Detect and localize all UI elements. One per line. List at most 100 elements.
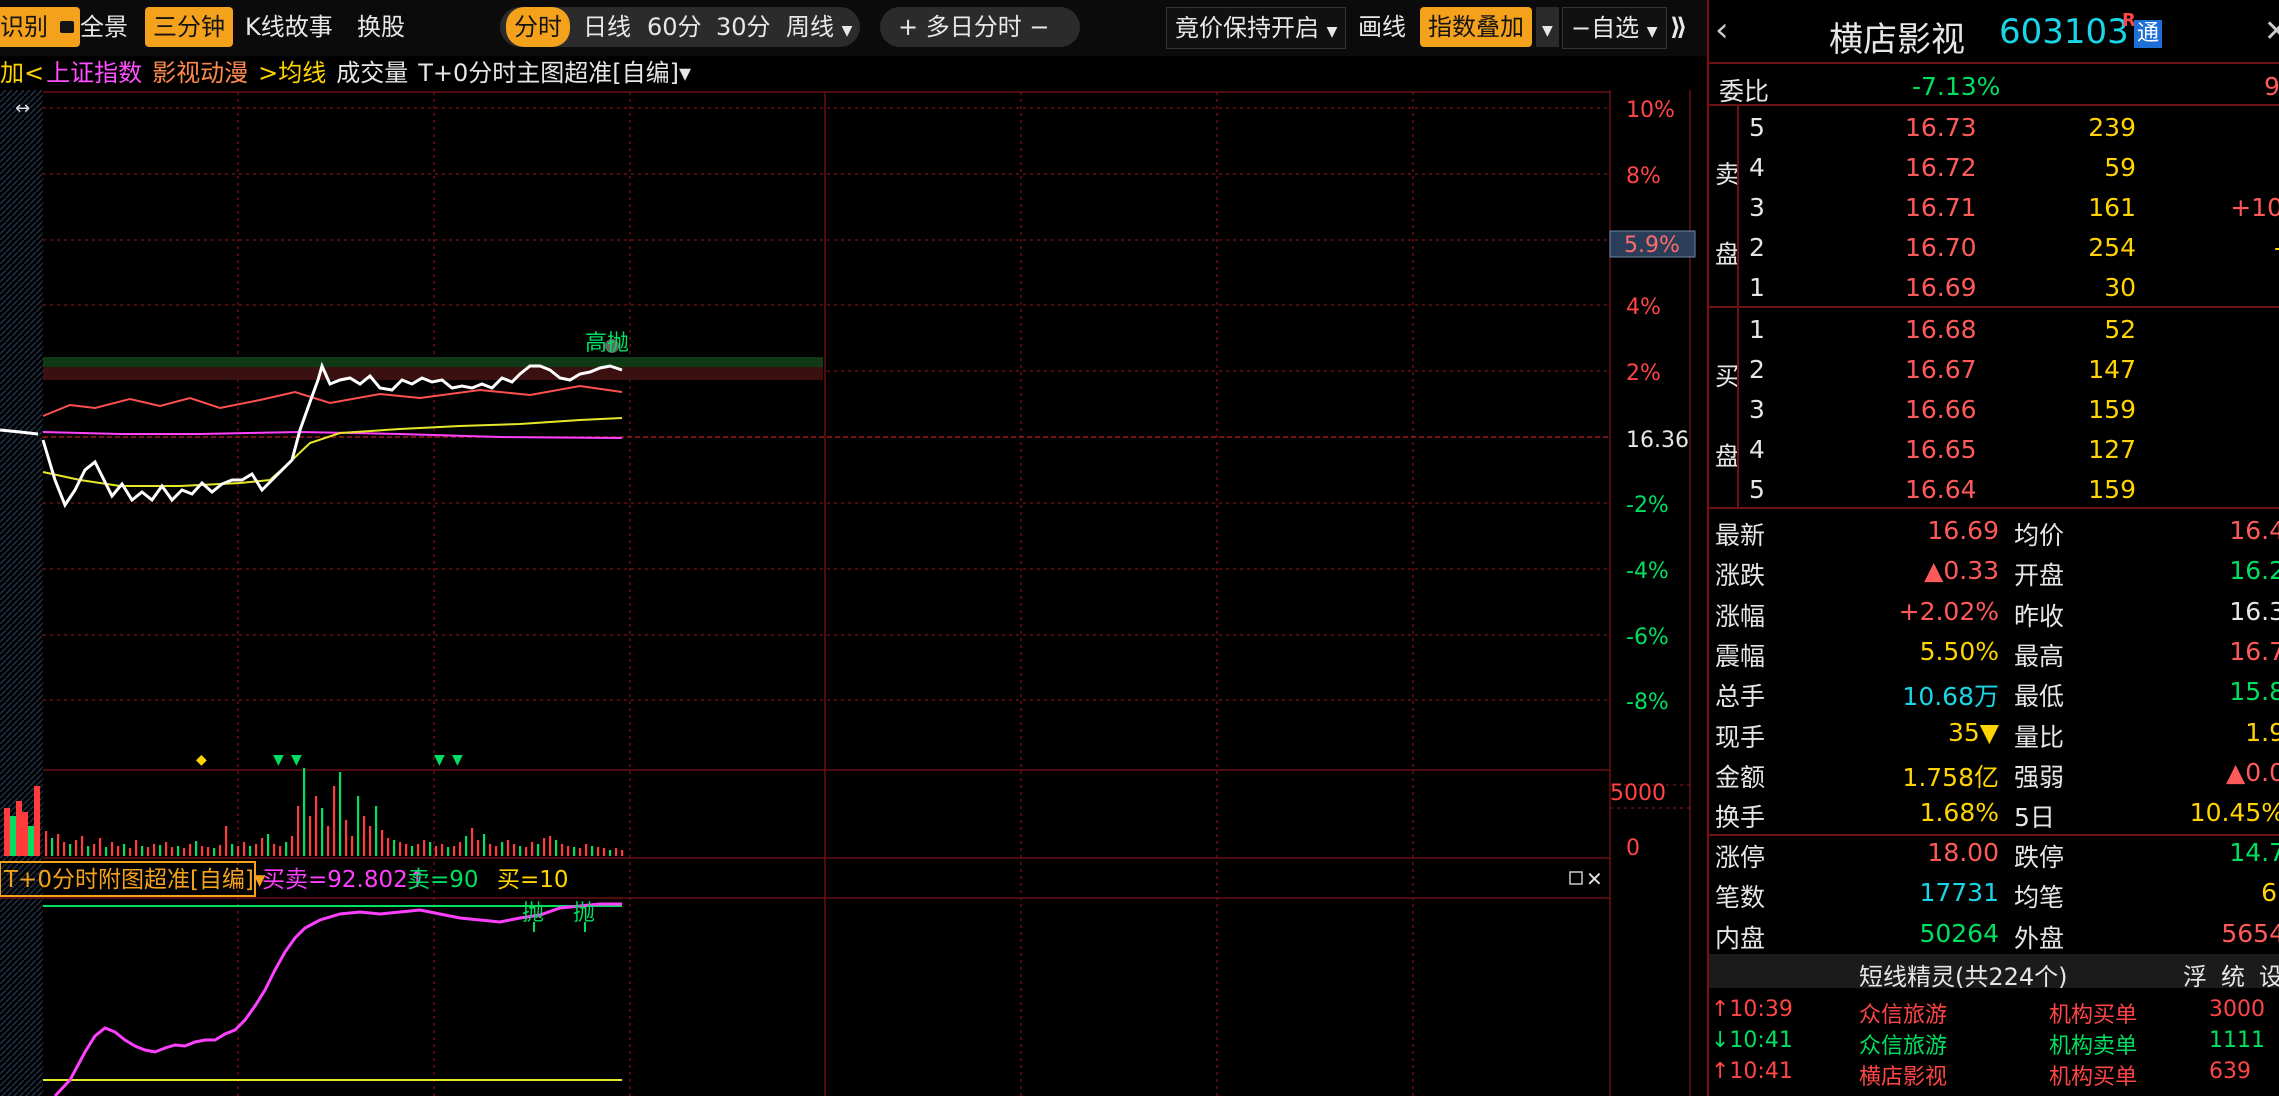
vol-label: 0: [1626, 836, 1640, 861]
back-icon[interactable]: ‹: [1715, 10, 1729, 50]
tab-60min[interactable]: 60分: [647, 7, 702, 47]
tab-weekly[interactable]: 周线 ▼: [786, 7, 852, 47]
down-triangle-icon: ▼: [452, 752, 463, 768]
chevron-down-icon: ▼: [841, 23, 853, 39]
volume-bar: [477, 840, 480, 856]
pct-label: -2%: [1626, 493, 1669, 518]
index-overlay-dropdown[interactable]: ▼: [1536, 7, 1559, 47]
stat-value: 50264: [1919, 918, 1999, 948]
tab-30min[interactable]: 30分: [716, 7, 771, 47]
left-scroll-strip[interactable]: [0, 90, 43, 1096]
bid-price: 16.68: [1905, 315, 1977, 344]
stat-label: 总手: [1715, 682, 1766, 712]
stat-value: 1.758亿: [1902, 762, 1999, 792]
bid-level: 2: [1749, 355, 1765, 384]
volume-bar: [231, 844, 234, 856]
stat-label: 涨停: [1715, 843, 1766, 872]
avg-line-label[interactable]: >均线: [258, 59, 326, 87]
stat-label: 量比: [2014, 722, 2065, 752]
ask-price: 16.69: [1905, 273, 1977, 302]
down-triangle-icon: ▼: [273, 752, 284, 768]
indicator-row: 加<上证指数 影视动漫 >均线 成交量 T+0分时主图超准[自编]▾: [0, 56, 1620, 90]
bid-level: 4: [1749, 435, 1765, 464]
multi-day-intraday-button[interactable]: + 多日分时 −: [898, 7, 1049, 47]
stat-label: 笔数: [1715, 883, 1766, 913]
stat-value: 15.8: [2229, 677, 2279, 707]
switch-stock-button[interactable]: 换股: [357, 7, 405, 47]
full-view-button[interactable]: 全景: [80, 7, 128, 47]
stat-value: 18.00: [1927, 838, 1999, 867]
weibi-label: 委比: [1719, 77, 1770, 106]
avg-price-line: [42, 417, 623, 487]
lock-recognize-button[interactable]: 识别: [0, 7, 80, 47]
chevron-down-icon: ▼: [1542, 23, 1553, 39]
stat-value: ▲0.0: [2226, 757, 2279, 787]
volume-bar: [531, 842, 534, 856]
spirit-event: 机构买单: [2049, 1065, 2138, 1090]
volume-bar: [141, 846, 144, 856]
stat-label: 震幅: [1715, 641, 1766, 671]
volume-bar: [537, 844, 540, 856]
ask-price: 16.70: [1905, 233, 1977, 262]
settings-button[interactable]: 设: [2259, 957, 2279, 992]
sub-formula-dropdown[interactable]: T+0分时附图超准[自编]▾: [3, 867, 266, 893]
stat-value: 16.69: [1927, 516, 1999, 545]
volume-bar: [315, 796, 318, 856]
lock-icon: [59, 21, 74, 33]
volume-bar: [375, 806, 378, 856]
stat-value: 16.7: [2229, 636, 2279, 666]
volume-bar: [417, 844, 420, 856]
watchlist-dropdown[interactable]: −自选 ▼: [1562, 7, 1667, 49]
volume-bar: [291, 836, 294, 856]
sector-index-label[interactable]: 影视动漫: [152, 59, 248, 87]
volume-bar: [93, 844, 96, 856]
volume-bar: [249, 846, 252, 856]
volume-bar: [183, 848, 186, 856]
expand-arrows-icon[interactable]: ↔: [15, 98, 30, 119]
bid-volume: 127: [2088, 435, 2136, 464]
intraday-chart[interactable]: ↔ 10% 8% 4% 2% -2% -4% -6% -8% 16.36 5.9…: [0, 90, 1700, 1096]
volume-bar: [597, 847, 600, 856]
spirit-volume: 1111: [2209, 1028, 2265, 1053]
connect-badge[interactable]: 通: [2134, 20, 2163, 48]
kline-story-button[interactable]: K线故事: [245, 7, 333, 47]
volume-bar: [411, 846, 414, 856]
stats-button[interactable]: 统: [2221, 957, 2245, 992]
stat-value: 5654: [2221, 918, 2279, 948]
volume-bar: [81, 836, 84, 856]
volume-label[interactable]: 成交量: [336, 59, 408, 87]
bid-level: 5: [1749, 475, 1765, 504]
vol-label: 5000: [1610, 781, 1666, 806]
index-overlay-button[interactable]: 指数叠加: [1420, 7, 1532, 47]
close-icon[interactable]: ✕: [1586, 867, 1603, 891]
stat-label: 均价: [2014, 521, 2065, 550]
spirit-stock: 众信旅游: [1859, 1003, 1948, 1028]
float-button[interactable]: 浮: [2183, 957, 2207, 992]
volume-bar: [129, 848, 132, 856]
collapse-panel-icon[interactable]: ⟫: [1670, 7, 1687, 47]
quote-panel: ‹ 横店影视 603103 R 通 ✕ 委比 -7.13% 9 卖 盘 5 16.…: [1707, 0, 2279, 1096]
bid-volume: 159: [2088, 475, 2136, 504]
three-minute-button[interactable]: 三分钟: [145, 7, 233, 47]
maximize-icon[interactable]: [1569, 871, 1583, 885]
spirit-volume: 639: [2209, 1059, 2251, 1084]
stat-label: 最新: [1715, 521, 1766, 550]
volume-bar: [357, 796, 360, 856]
tab-daily[interactable]: 日线: [583, 7, 631, 47]
bid-keep-dropdown[interactable]: 竟价保持开启 ▼: [1166, 7, 1347, 49]
volume-bar: [603, 848, 606, 856]
bid-volume: 159: [2088, 395, 2136, 424]
volume-bar: [135, 840, 138, 856]
draw-line-button[interactable]: 画线: [1358, 7, 1406, 47]
volume-bar: [207, 847, 210, 856]
close-icon[interactable]: ✕: [2264, 14, 2279, 49]
short-term-spirit-title[interactable]: 短线精灵(共224个): [1859, 957, 2068, 992]
volume-bar: [471, 828, 474, 856]
spirit-time: ↓10:41: [1711, 1028, 1793, 1053]
chevron-down-icon: ▼: [1326, 24, 1338, 40]
stat-label: 最高: [2014, 641, 2065, 671]
shanghai-index-label[interactable]: 上证指数: [46, 59, 142, 87]
tab-intraday[interactable]: 分时: [506, 7, 570, 47]
main-formula-dropdown[interactable]: T+0分时主图超准[自编]▾: [418, 59, 691, 87]
volume-bar: [16, 801, 22, 856]
